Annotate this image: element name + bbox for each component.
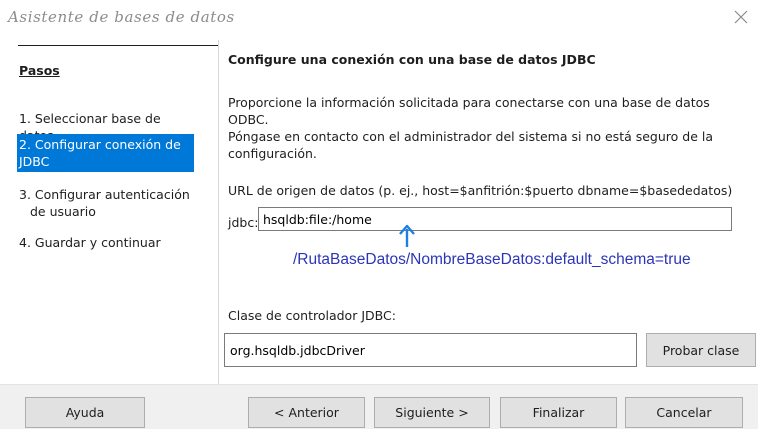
step-save-continue[interactable]: 4. Guardar y continuar — [19, 234, 195, 251]
sidebar-divider — [18, 45, 218, 46]
help-button[interactable]: Ayuda — [25, 397, 145, 428]
arrow-up-icon — [398, 224, 416, 248]
contact-line: Póngase en contacto con el administrador… — [228, 129, 714, 144]
next-button[interactable]: Siguiente > — [374, 397, 490, 428]
close-icon[interactable] — [734, 10, 748, 24]
instructions-text: Proporcione la información solicitada pa… — [228, 94, 738, 128]
jdbc-prefix-label: jdbc: — [228, 215, 259, 230]
title-bar: Asistente de bases de datos — [0, 0, 758, 40]
steps-heading: Pasos — [19, 63, 60, 78]
step-label: 2. Configurar conexión de — [19, 137, 181, 152]
step-label-cont: de usuario — [30, 204, 96, 219]
finish-button[interactable]: Finalizar — [500, 397, 617, 428]
test-class-button[interactable]: Probar clase — [646, 333, 756, 367]
step-label: 4. Guardar y continuar — [19, 235, 161, 250]
step-configure-authentication[interactable]: 3. Configurar autenticación de usuario — [19, 186, 195, 220]
cancel-button[interactable]: Cancelar — [625, 397, 743, 428]
window-title: Asistente de bases de datos — [8, 8, 235, 26]
back-button[interactable]: < Anterior — [248, 397, 365, 428]
driver-class-input[interactable] — [224, 333, 637, 367]
instructions-line: ODBC. — [228, 112, 269, 127]
url-input[interactable] — [258, 207, 732, 231]
contact-text: Póngase en contacto con el administrador… — [228, 128, 738, 162]
url-label: URL de origen de datos (p. ej., host=$an… — [228, 183, 733, 198]
path-annotation: /RutaBaseDatos/NombreBaseDatos:default_s… — [293, 251, 691, 268]
instructions-line: Proporcione la información solicitada pa… — [228, 95, 710, 110]
page-title: Configure una conexión con una base de d… — [228, 52, 596, 67]
step-configure-connection[interactable]: 2. Configurar conexión de JDBC — [17, 134, 194, 172]
step-label: 3. Configurar autenticación — [19, 187, 190, 202]
step-label-cont: JDBC — [19, 154, 50, 169]
sidebar-border — [218, 40, 219, 384]
contact-line: configuración. — [228, 146, 317, 161]
driver-class-label: Clase de controlador JDBC: — [228, 308, 396, 323]
